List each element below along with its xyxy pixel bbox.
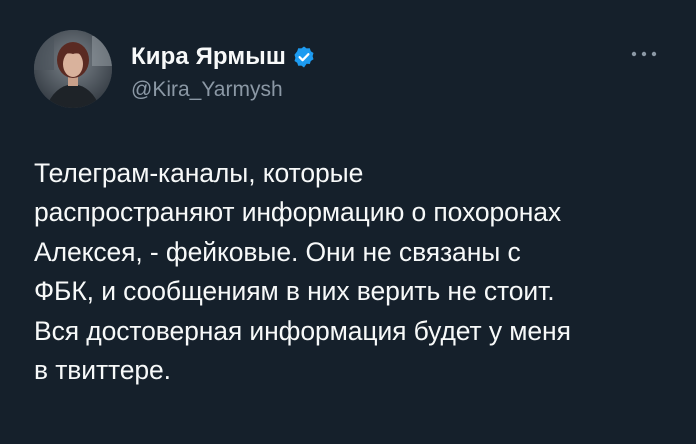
author-display-name[interactable]: Кира Ярмыш [131,43,286,71]
tweet-text-line: Алексея, - фейковые. Они не связаны с [34,236,521,267]
tweet-text-line: распространяют информацию о похоронах [34,197,562,228]
tweet-text-line: Телеграм-каналы, которые [34,158,364,188]
tweet-text: Телеграм-каналы, которые распространяют … [34,154,674,390]
tweet-card: Кира Ярмыш @Kira_Yarmysh Телеграм-каналы… [0,0,696,444]
author-name-row[interactable]: Кира Ярмыш [131,42,316,72]
tweet-text-line: Вся достоверная информация будет у меня [34,315,571,346]
author-handle[interactable]: @Kira_Yarmysh [131,78,283,102]
verified-badge-icon [292,45,316,69]
avatar[interactable] [34,30,112,108]
avatar-image [34,30,112,108]
more-horizontal-icon[interactable] [624,40,664,68]
tweet-text-line: в твиттере. [34,355,171,386]
tweet-text-line: ФБК, и сообщениям в них верить не стоит. [34,276,555,307]
